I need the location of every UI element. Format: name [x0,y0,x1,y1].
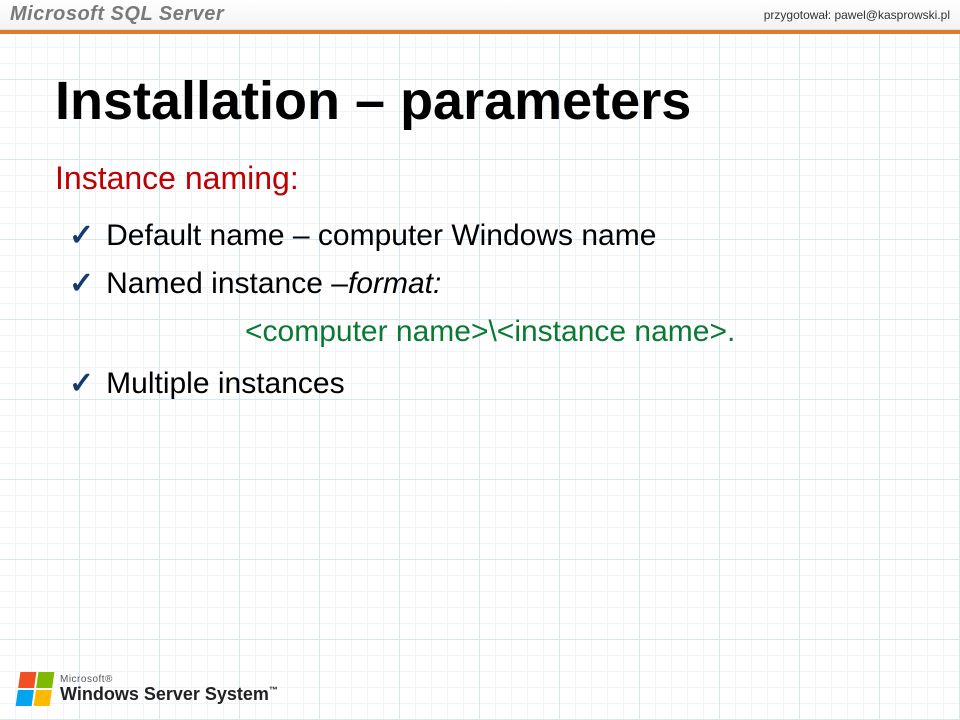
bullet-text: Default name – computer Windows name [106,219,656,253]
bullet-item: ✓ Multiple instances [69,367,905,401]
bullet-tail: format: [348,267,441,300]
author-email: pawel@kasprowski.pl [834,8,950,22]
check-icon: ✓ [69,221,94,251]
check-icon: ✓ [69,369,94,399]
slide-subtitle: Instance naming: [55,160,905,197]
bullet-item: ✓ Named instance –format: [69,267,905,301]
bullet-lead: Named instance – [106,267,348,300]
bullet-item: ✓ Default name – computer Windows name [69,219,905,253]
footer-text: Microsoft® Windows Server System™ [60,675,278,703]
slide: Microsoft SQL Server przygotował: pawel@… [0,0,960,720]
bullet-text: Named instance –format: [106,267,441,301]
author-prefix: przygotował: [764,8,835,22]
product-name: Microsoft SQL Server [10,3,224,26]
header-bar: Microsoft SQL Server przygotował: pawel@… [0,0,960,30]
author-line: przygotował: pawel@kasprowski.pl [764,8,950,22]
slide-title: Installation – parameters [55,70,905,132]
check-icon: ✓ [69,269,94,299]
footer-product-name: Windows Server System [60,684,269,704]
footer-tm: ™ [269,685,278,695]
header-rule [0,30,960,34]
format-line: <computer name>\<instance name>. [245,315,905,349]
bullet-text: Multiple instances [106,367,344,401]
footer-logo: Microsoft® Windows Server System™ [18,672,278,706]
windows-flag-icon [16,672,55,706]
content: Installation – parameters Instance namin… [55,70,905,415]
footer-product: Windows Server System™ [60,685,278,703]
